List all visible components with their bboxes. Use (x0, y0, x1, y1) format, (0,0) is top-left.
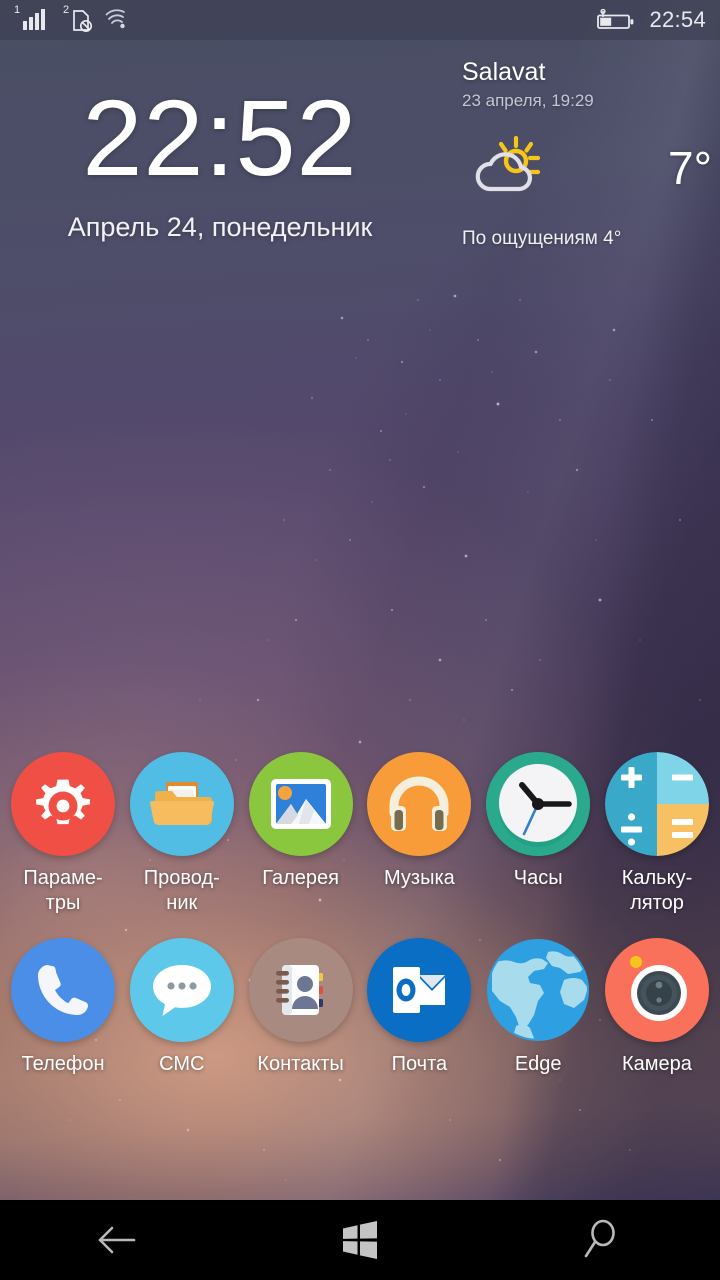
status-bar-left: 1 2 (14, 4, 129, 33)
phone-screen: 1 2 22:54 22:52 Апрель 24, понедельник S… (0, 0, 720, 1280)
weather-temperature: 7° (668, 141, 712, 194)
partly-cloudy-sun-icon (470, 133, 556, 202)
app-label: СМС (159, 1053, 205, 1075)
sim1-index-label: 1 (14, 4, 21, 16)
lockscreen-clock-widget[interactable]: 22:52 Апрель 24, понедельник (0, 77, 440, 243)
status-bar[interactable]: 1 2 22:54 (0, 0, 720, 40)
weather-city: Salavat (462, 58, 546, 86)
weather-current-row: 7° (462, 133, 720, 202)
app-contacts[interactable]: Контакты (246, 938, 356, 1077)
app-label: Контакты (257, 1053, 344, 1075)
app-label: Камера (622, 1053, 692, 1075)
chat-bubble-icon[interactable] (129, 938, 234, 1042)
status-bar-right: 22:54 (595, 7, 706, 33)
app-label: Кальку- лятор (621, 867, 693, 914)
app-mail[interactable]: Почта (364, 938, 474, 1077)
analog-clock-icon[interactable] (486, 752, 591, 856)
app-row-2: Телефон СМС Контакты Почта Edge Камера (0, 938, 720, 1077)
app-label: Edge (514, 1053, 562, 1075)
sim2-index-label: 2 (63, 4, 70, 16)
app-gallery[interactable]: Галерея (246, 752, 356, 916)
app-label: Телефон (21, 1053, 105, 1075)
app-row-1: Параме- тры Провод- ник Галерея Музыка Ч… (0, 752, 720, 916)
app-grid: Параме- тры Провод- ник Галерея Музыка Ч… (0, 752, 720, 1077)
phone-handset-icon[interactable] (11, 938, 115, 1042)
headphones-icon[interactable] (367, 752, 472, 856)
photo-icon[interactable] (248, 752, 353, 856)
calculator-icon[interactable] (604, 752, 709, 856)
folder-icon[interactable] (129, 752, 234, 856)
weather-widget[interactable]: Salavat 23 апреля, 19:29 7° По ощущениям… (440, 58, 720, 250)
app-label: Галерея (262, 867, 339, 889)
lockscreen-time: 22:52 (82, 77, 358, 198)
camera-lens-icon[interactable] (604, 938, 709, 1042)
wifi-icon (103, 8, 129, 30)
app-calculator[interactable]: Кальку- лятор (602, 752, 712, 916)
app-label: Почта (391, 1053, 448, 1075)
windows-logo-icon[interactable] (300, 1200, 420, 1280)
lockscreen-date: Апрель 24, понедельник (67, 212, 373, 242)
status-bar-clock: 22:54 (649, 7, 706, 32)
outlook-icon[interactable] (367, 938, 472, 1042)
app-label: Музыка (384, 867, 455, 889)
app-settings[interactable]: Параме- тры (8, 752, 118, 916)
search-icon[interactable] (540, 1200, 660, 1280)
app-label: Часы (513, 867, 563, 889)
app-phone[interactable]: Телефон (8, 938, 118, 1077)
app-music[interactable]: Музыка (364, 752, 474, 916)
app-explorer[interactable]: Провод- ник (127, 752, 237, 916)
globe-icon[interactable] (486, 938, 590, 1042)
app-sms[interactable]: СМС (127, 938, 237, 1077)
app-clock[interactable]: Часы (483, 752, 593, 916)
app-label: Провод- ник (143, 867, 220, 914)
app-edge[interactable]: Edge (483, 938, 593, 1077)
battery-charging-icon (595, 9, 637, 31)
navigation-bar (0, 1200, 720, 1280)
address-book-icon[interactable] (248, 938, 353, 1042)
app-label: Параме- тры (23, 867, 103, 914)
signal-bars-icon: 1 (14, 4, 51, 30)
sim-no-service-icon: 2 (63, 4, 92, 33)
app-camera[interactable]: Камера (602, 938, 712, 1077)
weather-feels-like: По ощущениям 4° (462, 228, 622, 249)
gear-icon[interactable] (11, 752, 115, 856)
back-arrow-icon[interactable] (60, 1200, 180, 1280)
weather-observed-time: 23 апреля, 19:29 (462, 91, 594, 110)
